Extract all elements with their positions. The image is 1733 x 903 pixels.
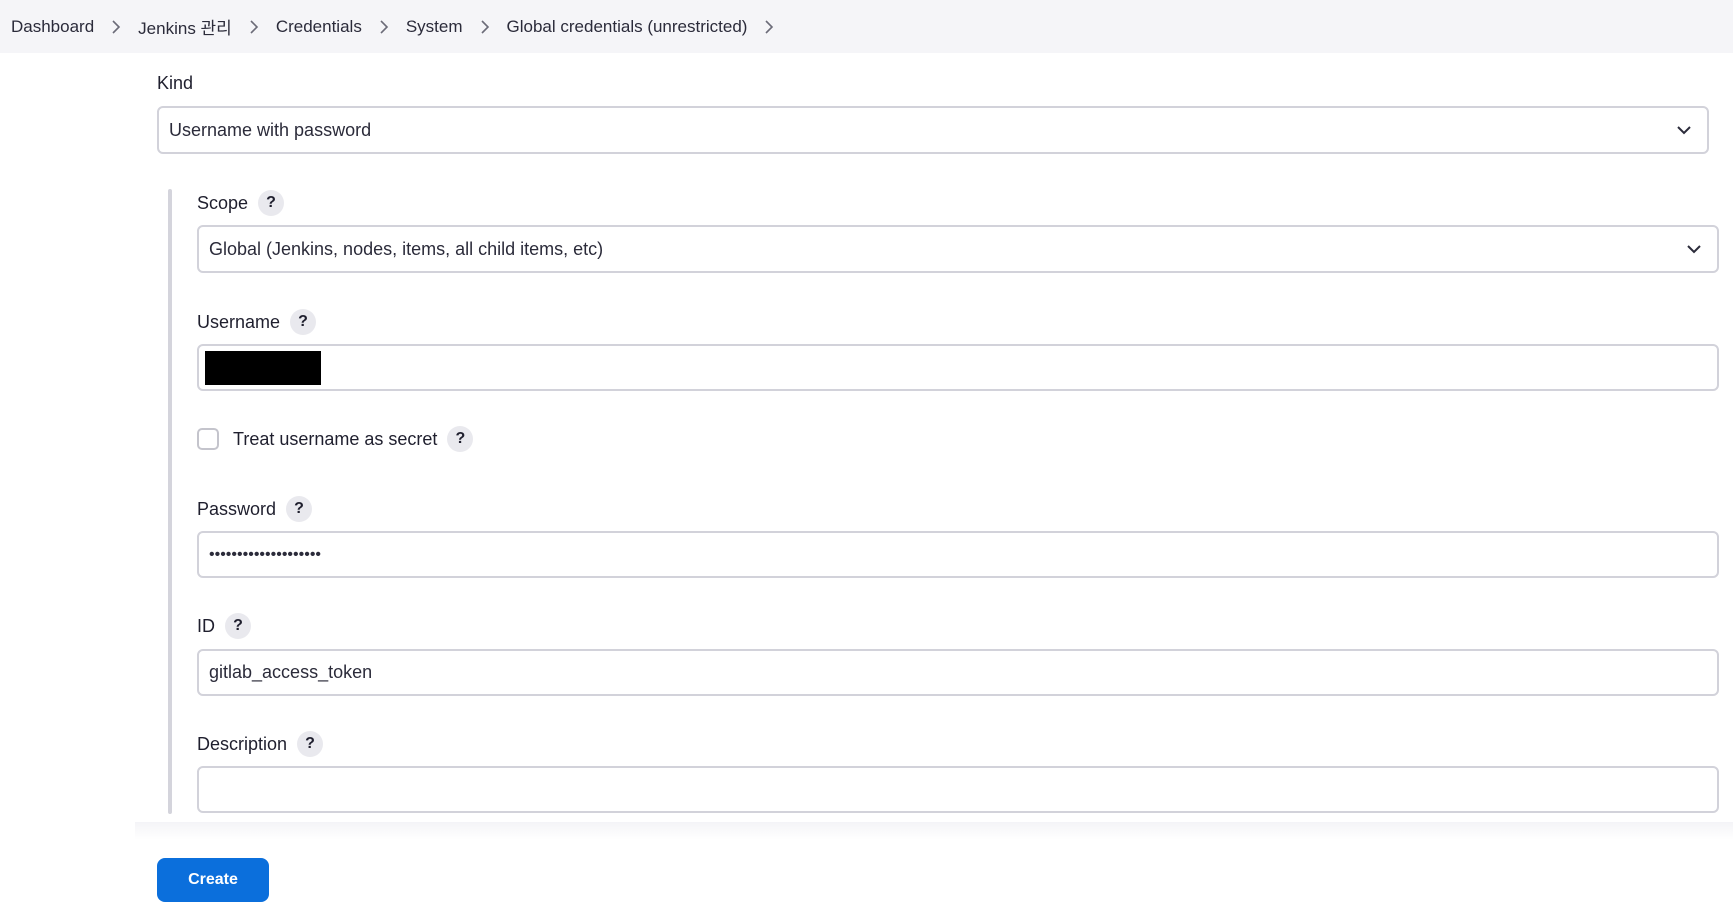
redacted-username xyxy=(205,350,321,385)
breadcrumb-system[interactable]: System xyxy=(406,17,463,37)
question-mark-icon[interactable]: ? xyxy=(447,426,474,452)
breadcrumb-credentials[interactable]: Credentials xyxy=(276,17,362,37)
question-mark-icon[interactable]: ? xyxy=(290,309,317,335)
chevron-right-icon[interactable] xyxy=(747,16,791,37)
treat-username-secret-checkbox[interactable] xyxy=(197,428,219,450)
id-label-text: ID xyxy=(197,615,215,636)
password-value: •••••••••••••••••••• xyxy=(209,545,322,563)
chevron-right-icon xyxy=(463,16,507,37)
password-input[interactable]: •••••••••••••••••••• xyxy=(197,531,1719,578)
password-label: Password ? xyxy=(197,496,313,522)
username-label: Username ? xyxy=(197,309,317,335)
form-footer-divider xyxy=(135,822,1733,840)
description-label-text: Description xyxy=(197,733,288,754)
chevron-down-icon xyxy=(1677,126,1691,135)
scope-label-text: Scope xyxy=(197,192,249,213)
breadcrumb-jenkins-manage[interactable]: Jenkins 관리 xyxy=(138,14,232,39)
description-input[interactable] xyxy=(197,766,1719,813)
chevron-right-icon xyxy=(232,16,276,37)
chevron-down-icon xyxy=(1687,245,1701,254)
breadcrumb-dashboard[interactable]: Dashboard xyxy=(11,17,94,37)
scope-label: Scope ? xyxy=(197,190,285,216)
id-value: gitlab_access_token xyxy=(209,662,373,682)
nested-section-border xyxy=(168,189,172,814)
id-input[interactable]: gitlab_access_token xyxy=(197,649,1719,696)
description-label: Description ? xyxy=(197,731,324,757)
kind-select-value: Username with password xyxy=(169,119,372,140)
question-mark-icon[interactable]: ? xyxy=(225,613,251,639)
question-mark-icon[interactable]: ? xyxy=(286,496,313,522)
kind-label: Kind xyxy=(157,73,194,93)
question-mark-icon[interactable]: ? xyxy=(258,190,285,216)
create-button[interactable]: Create xyxy=(157,858,269,902)
treat-username-secret-row: Treat username as secret ? xyxy=(197,426,474,452)
breadcrumb: Dashboard Jenkins 관리 Credentials System … xyxy=(0,0,1733,53)
username-input[interactable] xyxy=(197,344,1719,391)
username-label-text: Username xyxy=(197,311,281,332)
chevron-right-icon xyxy=(362,16,406,37)
question-mark-icon[interactable]: ? xyxy=(297,731,324,757)
id-label: ID ? xyxy=(197,613,251,639)
breadcrumb-global-credentials[interactable]: Global credentials (unrestricted) xyxy=(507,17,748,37)
password-label-text: Password xyxy=(197,498,277,519)
treat-username-secret-label[interactable]: Treat username as secret xyxy=(233,429,437,450)
chevron-right-icon xyxy=(94,16,138,37)
kind-select[interactable]: Username with password xyxy=(157,106,1709,154)
scope-select[interactable]: Global (Jenkins, nodes, items, all child… xyxy=(197,225,1719,273)
scope-select-value: Global (Jenkins, nodes, items, all child… xyxy=(209,238,604,259)
